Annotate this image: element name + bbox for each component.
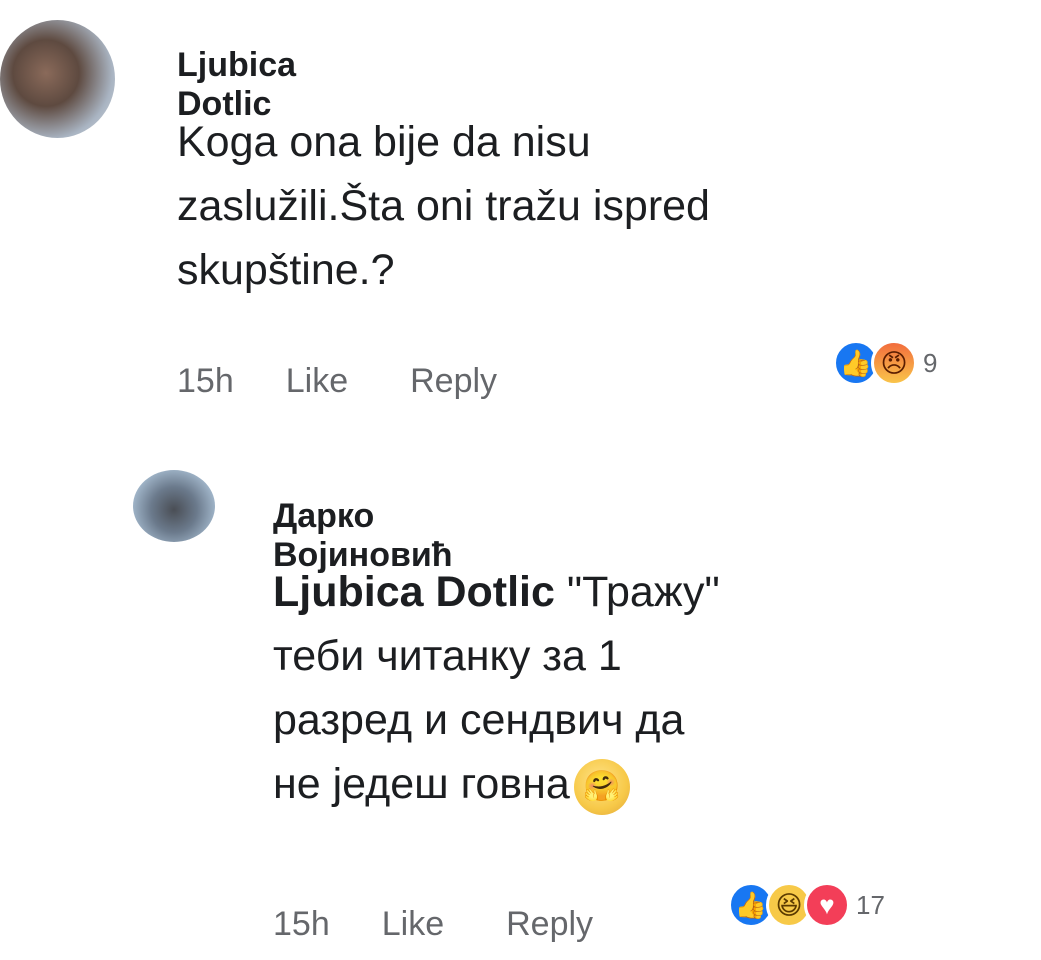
- comment-body: Ljubica Dotlic "Тражу" теби читанку за 1…: [273, 560, 1013, 816]
- comment-line: теби читанку за 1: [273, 632, 622, 680]
- angry-reaction-icon: 😠: [871, 340, 917, 386]
- hugging-face-emoji-icon: 🤗: [573, 758, 630, 815]
- comment-meta: 15h Like Reply: [273, 905, 593, 944]
- comment-line: Koga ona bije da nisu: [177, 118, 591, 166]
- reply-button[interactable]: Reply: [506, 905, 593, 944]
- comment-text: не једеш говна: [273, 760, 570, 808]
- mention-link[interactable]: Ljubica Dotlic: [273, 568, 555, 616]
- comment-line: разред и сендвич да: [273, 696, 685, 744]
- avatar[interactable]: [0, 20, 115, 138]
- comment-line: zaslužili.Šta oni tražu ispred: [177, 182, 710, 230]
- comment-text: "Тражу": [554, 568, 720, 616]
- reaction-count: 9: [923, 347, 938, 378]
- reaction-summary[interactable]: 👍 😠 9: [833, 340, 937, 386]
- love-reaction-icon: ♥: [804, 882, 850, 928]
- comment-line: skupštine.?: [177, 246, 395, 294]
- reply-button[interactable]: Reply: [410, 362, 497, 401]
- reaction-summary[interactable]: 👍 😆 ♥ 17: [728, 882, 885, 928]
- comment-line: Ljubica Dotlic "Тражу": [273, 560, 1013, 624]
- comment-timestamp[interactable]: 15h: [273, 905, 330, 944]
- like-button[interactable]: Like: [286, 362, 348, 401]
- comment-timestamp[interactable]: 15h: [177, 362, 234, 401]
- like-button[interactable]: Like: [382, 905, 444, 944]
- comment-meta: 15h Like Reply: [177, 362, 497, 401]
- comment-body: Koga ona bije da nisu zaslužili.Šta oni …: [177, 110, 977, 302]
- comment-line: не једеш говна 🤗: [273, 752, 1013, 816]
- reaction-count: 17: [856, 889, 885, 920]
- avatar[interactable]: [133, 470, 215, 542]
